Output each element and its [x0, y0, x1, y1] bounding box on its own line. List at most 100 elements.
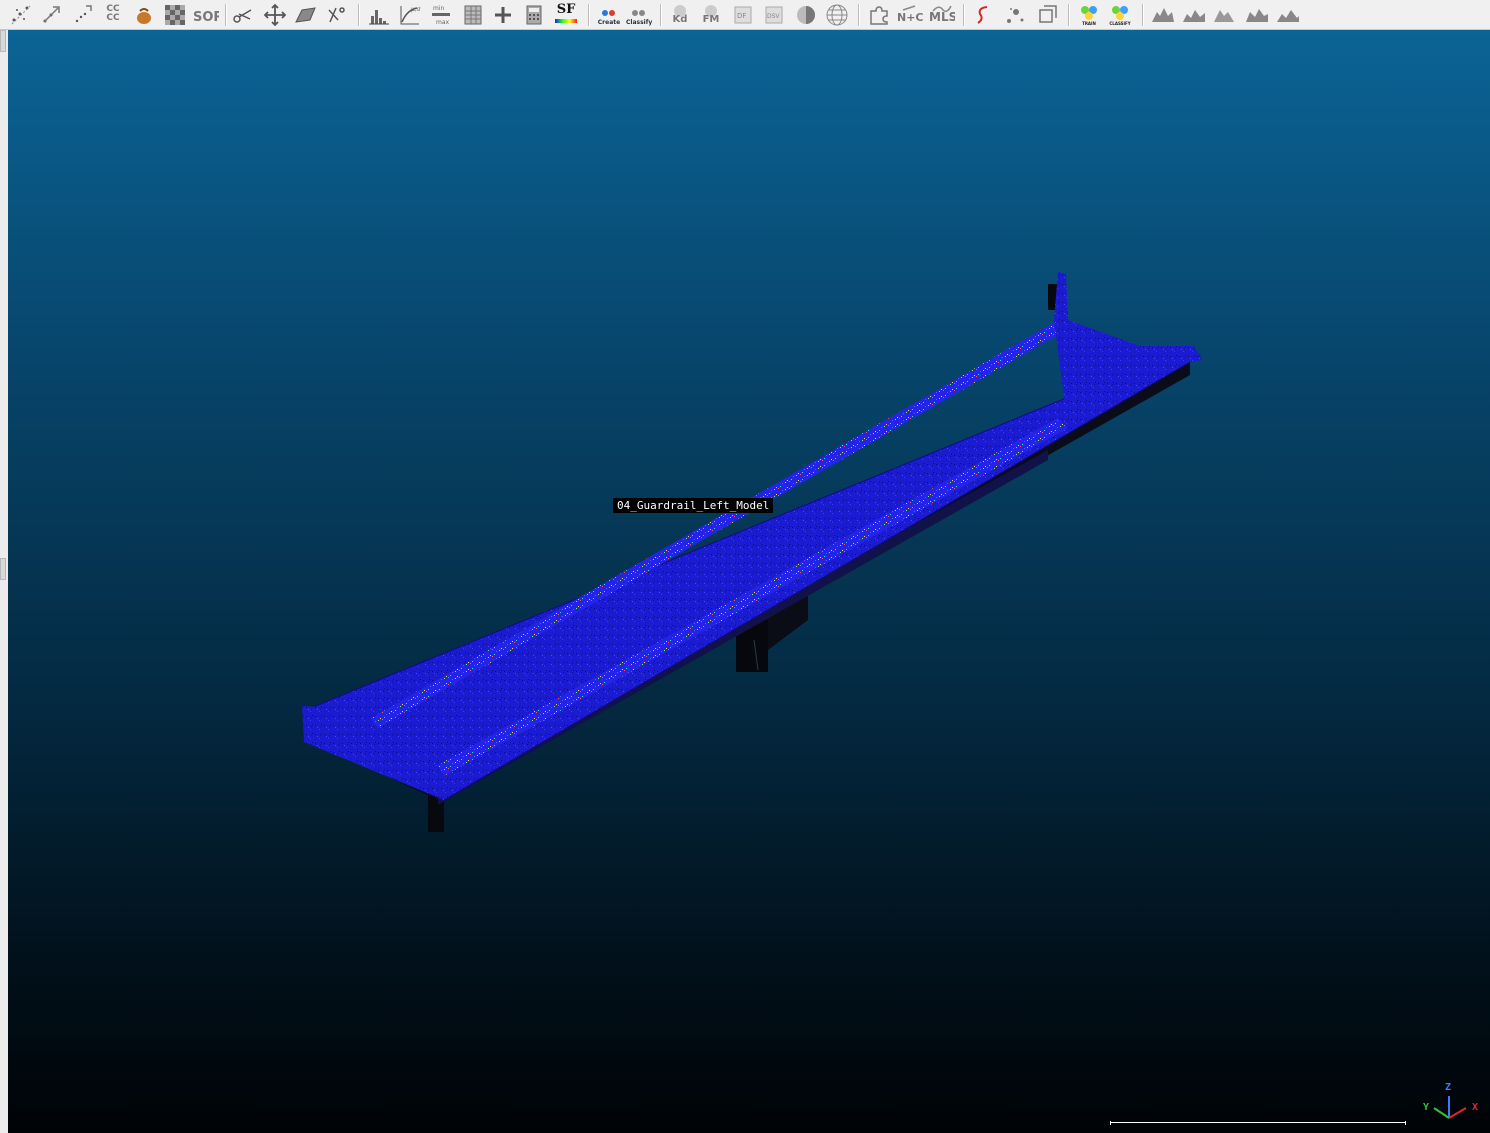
svg-text:max: max — [436, 19, 450, 26]
dock-handle-middle[interactable] — [0, 558, 6, 580]
guardrail-deck — [303, 347, 1201, 801]
globe-icon-glyph — [826, 4, 848, 26]
resample-icon-glyph — [75, 5, 92, 23]
puzzle-plugin-icon-glyph — [870, 6, 888, 25]
cc-cc-button-label: CC CC — [106, 4, 120, 23]
canupo-classify-button-label: Classify — [626, 19, 652, 26]
axis-y-label: Y — [1423, 1102, 1430, 1113]
toolbar-separator — [858, 4, 860, 26]
dock-handle-top[interactable] — [0, 30, 6, 52]
calculator-icon-glyph — [526, 5, 542, 25]
kd-tree-button-label: Kd — [672, 14, 688, 25]
scatter-point-icon[interactable] — [1002, 2, 1028, 28]
toolbar-separator — [358, 4, 360, 26]
axis-x-label: X — [1472, 1102, 1479, 1113]
table-icon-glyph — [464, 5, 482, 25]
min-max-icon-glyph: min max — [432, 5, 450, 26]
clip-box-icon[interactable] — [1034, 2, 1060, 28]
normals-curvature-button-label: N+C — [897, 11, 923, 24]
table-icon[interactable] — [460, 2, 486, 28]
canupo-create-button-label: Create — [597, 19, 621, 26]
resample-icon[interactable] — [70, 2, 96, 28]
sf-scalar-field-button[interactable]: SF — [553, 2, 579, 28]
guardrail-rail-front — [438, 418, 1068, 776]
move-icon-glyph — [263, 3, 287, 27]
terrain-tool-5-icon-glyph — [1277, 10, 1299, 22]
sample-points-icon-glyph — [11, 5, 31, 25]
3d-train-button-label: TRAIN — [1082, 21, 1096, 26]
s-curve-icon-glyph — [977, 6, 988, 24]
left-dock-strip — [0, 30, 8, 1133]
sphere-shading-icon[interactable] — [793, 2, 819, 28]
pick-point-icon[interactable] — [324, 2, 350, 28]
canupo-create-button[interactable]: Create — [596, 2, 622, 28]
toolbar-separator — [963, 4, 965, 26]
terrain-tool-2-icon[interactable] — [1181, 2, 1207, 28]
histogram-icon-glyph — [369, 10, 389, 25]
terrain-tool-1-icon-glyph — [1152, 8, 1174, 22]
normals-curvature-button[interactable]: N+C — [897, 2, 923, 28]
svg-text:min: min — [433, 5, 445, 12]
3d-classify-button-label: CLASSIFY — [1109, 21, 1131, 26]
globe-icon[interactable] — [824, 2, 850, 28]
bag-icon[interactable] — [131, 2, 157, 28]
3d-train-button[interactable]: TRAIN — [1076, 2, 1102, 28]
terrain-tool-4-icon[interactable] — [1244, 2, 1270, 28]
axis-trihedron: Z X Y — [1418, 1082, 1482, 1128]
fast-marching-button-label: FM — [702, 14, 720, 25]
sf-scalar-field-button-label: SF — [556, 2, 576, 17]
scatter-point-icon-glyph — [1007, 8, 1024, 23]
calculator-icon[interactable] — [521, 2, 547, 28]
puzzle-plugin-icon[interactable] — [866, 2, 892, 28]
svg-text:DF: DF — [737, 12, 746, 20]
subsample-icon[interactable] — [38, 2, 64, 28]
svg-text:μ,σ: μ,σ — [411, 6, 421, 13]
add-icon[interactable] — [490, 2, 516, 28]
terrain-tool-1-icon[interactable] — [1150, 2, 1176, 28]
plane-icon[interactable] — [292, 2, 318, 28]
subsample-icon-glyph — [43, 6, 60, 23]
terrain-tool-5-icon[interactable] — [1275, 2, 1301, 28]
bag-icon-glyph — [137, 8, 151, 24]
histogram-icon[interactable] — [366, 2, 392, 28]
sor-filter-button-label: SOR — [193, 10, 219, 25]
fast-marching-button[interactable]: FM — [698, 2, 724, 28]
noise-filter-icon[interactable] — [162, 2, 188, 28]
canupo-classify-button[interactable]: Classify — [626, 2, 652, 28]
object-name-label: 04_Guardrail_Left_Model — [613, 498, 774, 513]
toolbar-separator — [225, 4, 227, 26]
add-icon-glyph — [495, 7, 511, 23]
mls-button[interactable]: MLS — [929, 2, 955, 28]
axis-z-label: Z — [1445, 1082, 1452, 1093]
export-dsv-icon-glyph: DSV — [765, 6, 783, 24]
export-df-icon[interactable]: DF — [730, 2, 756, 28]
sphere-shading-icon-glyph — [797, 6, 815, 24]
export-df-icon-glyph: DF — [734, 6, 752, 24]
cc-cc-button[interactable]: CC CC — [100, 2, 126, 28]
plane-icon-glyph — [295, 7, 316, 23]
sample-points-icon[interactable] — [8, 2, 34, 28]
terrain-tool-2-icon-glyph — [1183, 10, 1205, 22]
s-curve-icon[interactable] — [970, 2, 996, 28]
terrain-tool-3-icon[interactable] — [1212, 2, 1238, 28]
terrain-tool-4-icon-glyph — [1246, 9, 1268, 22]
pick-point-icon-glyph — [328, 7, 345, 23]
move-icon[interactable] — [262, 2, 288, 28]
svg-text:DSV: DSV — [767, 13, 780, 20]
3d-classify-button[interactable]: CLASSIFY — [1107, 2, 1133, 28]
curve-fit-icon[interactable]: μ,σ — [397, 2, 423, 28]
main-toolbar: CC CC SOR μ,σ min max SF Create Classify Kd FM DF D… — [0, 0, 1490, 30]
kd-tree-button[interactable]: Kd — [667, 2, 693, 28]
toolbar-separator — [1142, 4, 1144, 26]
point-cloud-scene — [302, 272, 1202, 832]
scale-bar — [1110, 1121, 1406, 1125]
export-dsv-icon[interactable]: DSV — [761, 2, 787, 28]
3d-viewport[interactable]: 04_Guardrail_Left_Model Z X Y — [8, 30, 1490, 1133]
min-max-icon[interactable]: min max — [428, 2, 454, 28]
sor-filter-button[interactable]: SOR — [193, 2, 219, 28]
noise-filter-icon-glyph — [165, 5, 185, 25]
scissors-icon[interactable] — [230, 2, 256, 28]
toolbar-separator — [588, 4, 590, 26]
guardrail-rail-back — [368, 320, 1066, 728]
mls-button-label: MLS — [929, 10, 955, 24]
